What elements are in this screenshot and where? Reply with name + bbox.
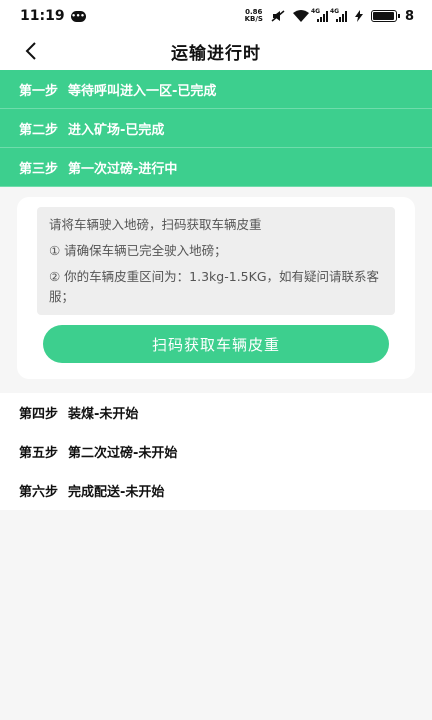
- step-status: 装煤-未开始: [68, 407, 139, 422]
- step-number: 第六步: [19, 485, 59, 500]
- step-row-1: 第一步 等待呼叫进入一区-已完成: [0, 70, 432, 109]
- completed-steps: 第一步 等待呼叫进入一区-已完成 第二步 进入矿场-已完成 第三步 第一次过磅-…: [0, 70, 432, 187]
- network-speed-unit: KB/S: [244, 15, 263, 23]
- battery-fill: [372, 12, 394, 20]
- step-number: 第二步: [19, 122, 59, 138]
- current-step-panel-wrap: 请将车辆驶入地磅，扫码获取车辆皮重 ① 请确保车辆已完全驶入地磅； ② 你的车辆…: [0, 187, 432, 393]
- step-status: 进入矿场-已完成: [68, 122, 165, 138]
- wifi-icon: [292, 10, 309, 22]
- instruction-box: 请将车辆驶入地磅，扫码获取车辆皮重 ① 请确保车辆已完全驶入地磅； ② 你的车辆…: [37, 207, 395, 315]
- nav-bar: 运输进行时: [0, 32, 432, 70]
- step-row-3: 第三步 第一次过磅-进行中: [0, 148, 432, 187]
- step-number: 第三步: [19, 161, 59, 177]
- charging-icon: [354, 10, 363, 22]
- status-bar: 11:19 ••• 0.86 KB/S 4G 4G 8: [0, 0, 432, 32]
- signal-label-2: 4G: [329, 7, 340, 15]
- step-number: 第一步: [19, 83, 59, 99]
- chevron-left-icon: [25, 42, 36, 60]
- pending-steps: 第四步 装煤-未开始 第五步 第二次过磅-未开始 第六步 完成配送-未开始: [0, 393, 432, 510]
- step-row-6: 第六步 完成配送-未开始: [0, 471, 432, 510]
- message-icon: •••: [70, 10, 86, 22]
- step-row-2: 第二步 进入矿场-已完成: [0, 109, 432, 148]
- status-time: 11:19: [20, 8, 65, 24]
- instruction-text: 请将车辆驶入地磅，扫码获取车辆皮重: [49, 217, 262, 232]
- mute-icon: [271, 10, 285, 22]
- current-step-panel: 请将车辆驶入地磅，扫码获取车辆皮重 ① 请确保车辆已完全驶入地磅； ② 你的车辆…: [17, 197, 415, 379]
- network-speed: 0.86 KB/S: [245, 9, 263, 23]
- back-button[interactable]: [16, 36, 46, 66]
- step-row-5: 第五步 第二次过磅-未开始: [0, 432, 432, 471]
- step-status: 第一次过磅-进行中: [68, 161, 178, 177]
- page-title: 运输进行时: [171, 43, 261, 64]
- note-1: ① 请确保车辆已完全驶入地磅；: [49, 243, 227, 258]
- status-right: 0.86 KB/S 4G 4G 8: [245, 8, 414, 24]
- signal-label-1: 4G: [310, 7, 321, 15]
- step-number: 第五步: [19, 446, 59, 461]
- step-status: 等待呼叫进入一区-已完成: [68, 83, 217, 99]
- step-number: 第四步: [19, 407, 59, 422]
- status-left: 11:19 •••: [20, 8, 86, 24]
- step-row-4: 第四步 装煤-未开始: [0, 393, 432, 432]
- step-status: 第二次过磅-未开始: [68, 446, 178, 461]
- scan-tare-weight-button[interactable]: 扫码获取车辆皮重: [43, 325, 389, 363]
- note-2: ② 你的车辆皮重区间为：1.3kg-1.5KG，如有疑问请联系客服；: [49, 269, 380, 304]
- signal-icon-2: 4G: [330, 8, 347, 22]
- battery-level: 8: [404, 8, 414, 24]
- step-status: 完成配送-未开始: [68, 485, 165, 500]
- signal-icon-1: 4G: [311, 8, 328, 22]
- battery-icon: [370, 10, 400, 22]
